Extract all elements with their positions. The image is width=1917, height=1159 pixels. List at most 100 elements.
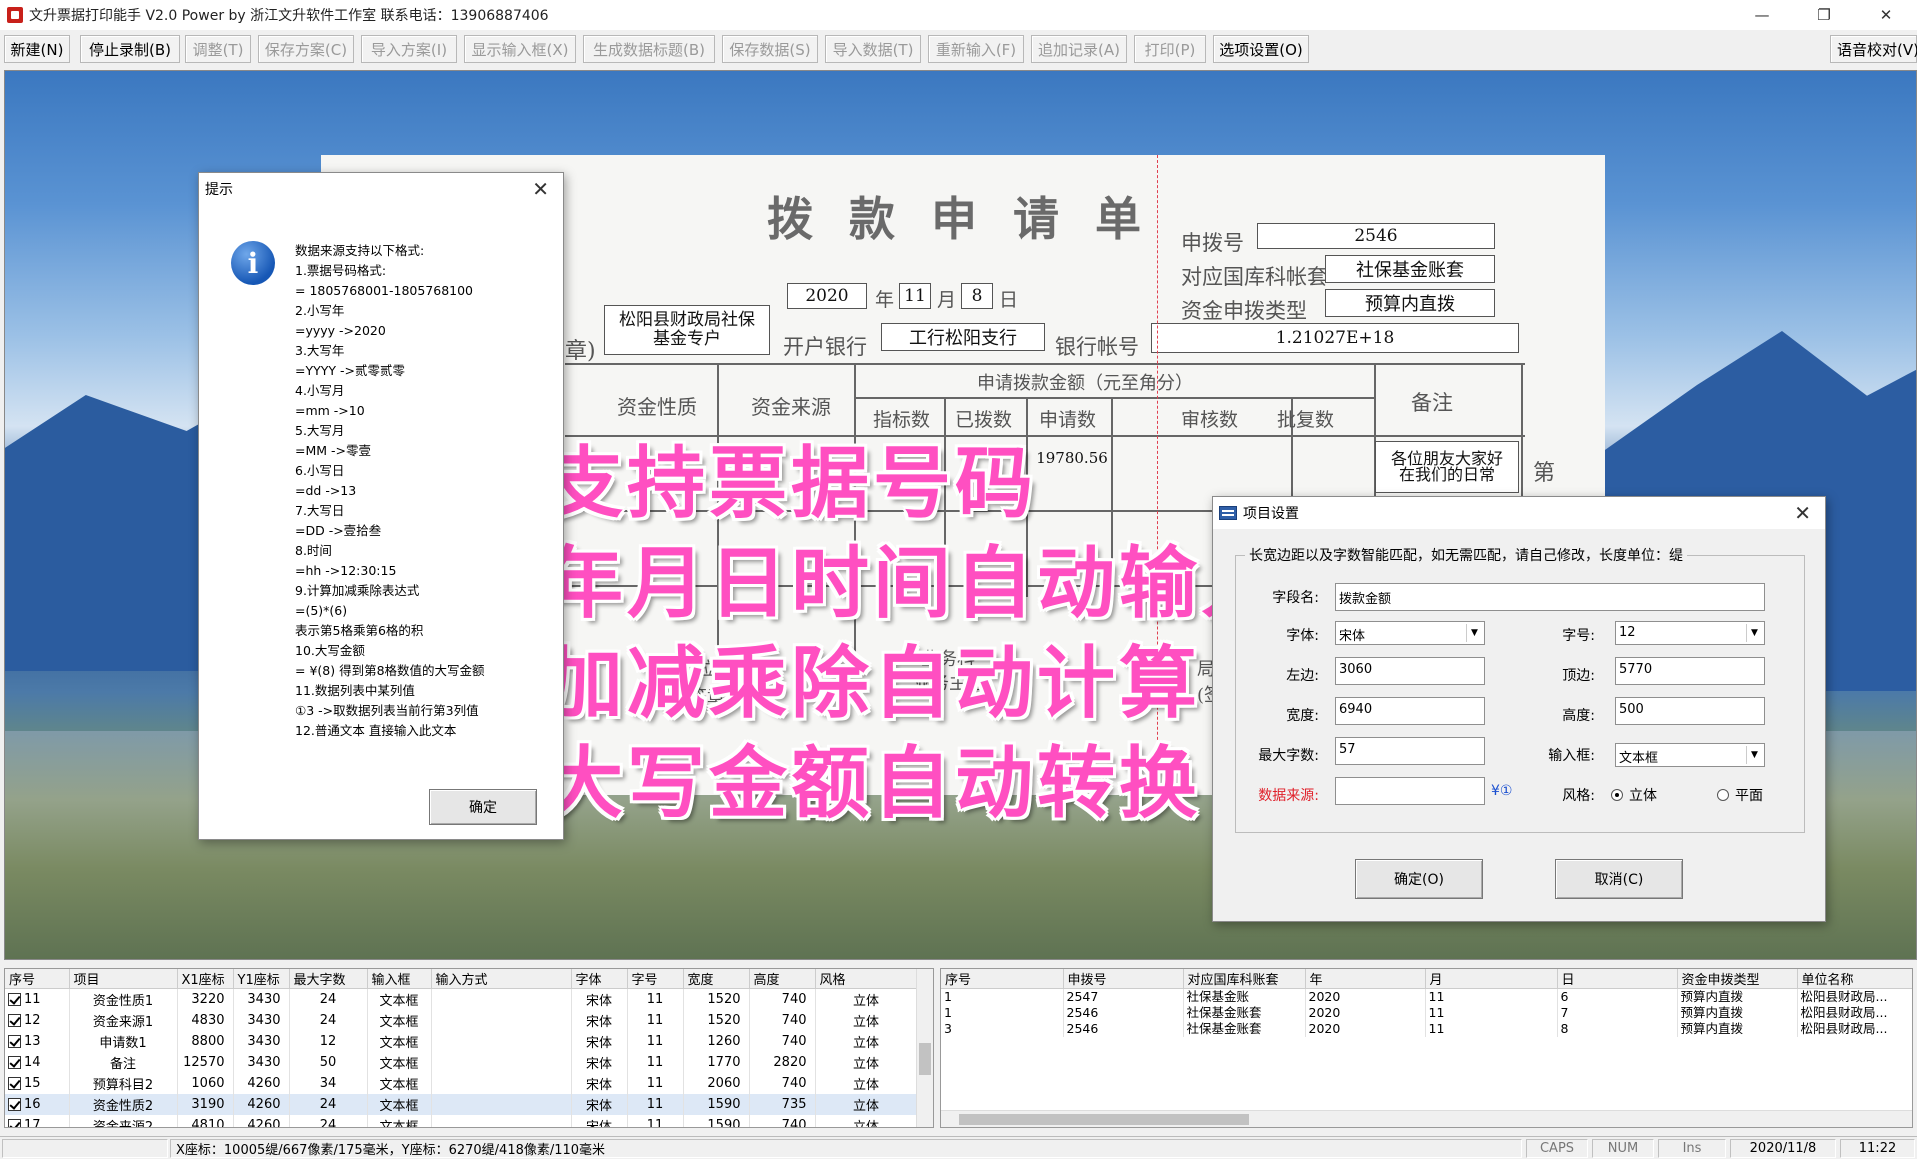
- table-row[interactable]: 15 预算科目2 1060 4260 34 文本框 宋体 11 2060 740 立体: [5, 1072, 918, 1094]
- column-header[interactable]: 高度: [749, 969, 816, 989]
- new-button[interactable]: 新建(N): [4, 35, 70, 63]
- input-type-select[interactable]: 文本框 ▼: [1615, 743, 1765, 767]
- table-row[interactable]: 12 资金来源1 4830 3430 24 文本框 宋体 11 1520 740 立体: [5, 1009, 918, 1031]
- hint-ok-button[interactable]: 确定: [429, 789, 537, 825]
- table-row[interactable]: 16 资金性质2 3190 4260 24 文本框 宋体 11 1590 735 立体: [5, 1093, 918, 1115]
- reenter-button[interactable]: 重新输入(F): [928, 35, 1024, 63]
- scrollbar-thumb[interactable]: [959, 1114, 1249, 1125]
- table-cell: 预算内直拨: [1677, 1021, 1798, 1037]
- style-flat-label: 平面: [1735, 788, 1763, 804]
- table-row[interactable]: 13 申请数1 8800 3430 12 文本框 宋体 11 1260 740 立体: [5, 1030, 918, 1052]
- generate-title-button[interactable]: 生成数据标题(B): [583, 35, 715, 63]
- column-header[interactable]: X1座标: [177, 969, 234, 989]
- table-row[interactable]: 11 资金性质1 3220 3430 24 文本框 宋体 11 1520 740 立体: [5, 988, 918, 1010]
- status-caps: CAPS: [1526, 1139, 1588, 1158]
- row-checkbox[interactable]: [8, 992, 21, 1006]
- hint-line: 1.票据号码格式:: [295, 263, 387, 278]
- left-input[interactable]: 3060: [1335, 657, 1485, 685]
- column-header[interactable]: 输入方式: [431, 969, 572, 989]
- field-list-table[interactable]: 序号 项目 X1座标 Y1座标 最大字数 输入框 输入方式 字体 字号 宽度 高…: [4, 968, 934, 1128]
- day-label: 日: [999, 289, 1019, 311]
- adjust-button[interactable]: 调整(T): [185, 35, 251, 63]
- scrollbar-thumb[interactable]: [919, 1043, 931, 1075]
- row-checkbox[interactable]: [8, 1076, 21, 1090]
- field-name-input[interactable]: 拨款金额: [1335, 583, 1765, 611]
- data-list-table[interactable]: 序号 申拨号 对应国库科账套 年 月 日 资金申拨类型 单位名称 1 2547 社保…: [940, 968, 1913, 1128]
- column-header[interactable]: 单位名称: [1797, 969, 1912, 989]
- horizontal-scrollbar[interactable]: [941, 1110, 1912, 1127]
- style-3d-radio[interactable]: 立体: [1611, 785, 1657, 805]
- font-select[interactable]: 宋体 ▼: [1335, 621, 1485, 645]
- table-row[interactable]: 17 资金来源2 4810 4260 24 文本框 宋体 11 1590 740 立体: [5, 1114, 918, 1127]
- row-checkbox[interactable]: [8, 1055, 21, 1069]
- column-header[interactable]: 项目: [69, 969, 178, 989]
- column-header[interactable]: 最大字数: [289, 969, 368, 989]
- column-header[interactable]: 月: [1425, 969, 1558, 989]
- column-header[interactable]: 风格: [815, 969, 918, 989]
- options-button[interactable]: 选项设置(O): [1213, 35, 1309, 63]
- column-header[interactable]: 宽度: [683, 969, 750, 989]
- save-data-button[interactable]: 保存数据(S): [722, 35, 818, 63]
- column-header[interactable]: Y1座标: [233, 969, 290, 989]
- project-ok-button[interactable]: 确定(O): [1355, 859, 1483, 899]
- month-label: 月: [937, 289, 957, 311]
- column-header[interactable]: 对应国库科账套: [1183, 969, 1306, 989]
- row-number: 12: [24, 1012, 41, 1028]
- hint-line: =mm ->10: [295, 403, 365, 418]
- column-header[interactable]: 申拨号: [1063, 969, 1184, 989]
- column-header[interactable]: 序号: [941, 969, 1064, 989]
- column-header[interactable]: 字号: [627, 969, 684, 989]
- hint-line: =hh ->12:30:15: [295, 563, 397, 578]
- stop-record-button[interactable]: 停止录制(B): [80, 35, 180, 63]
- table-row[interactable]: 3 2546 社保基金账套 2020 11 8 预算内直拨 松阳县财政局...: [941, 1021, 1912, 1037]
- import-scheme-button[interactable]: 导入方案(I): [361, 35, 457, 63]
- column-header[interactable]: 资金申拨类型: [1677, 969, 1798, 989]
- close-icon[interactable]: ✕: [532, 177, 549, 201]
- column-header[interactable]: 年: [1305, 969, 1426, 989]
- style-flat-radio[interactable]: 平面: [1717, 785, 1763, 805]
- column-header[interactable]: 字体: [571, 969, 628, 989]
- hint-dialog-titlebar: 提示 ✕: [199, 173, 563, 205]
- overlay-line-2: 年月日时间自动输入: [545, 539, 1284, 629]
- data-list-body: 1 2547 社保基金账 2020 11 6 预算内直拨 松阳县财政局... 1 2546 社保基金…: [941, 988, 1912, 1037]
- currency-insert-icon[interactable]: ¥①: [1491, 783, 1527, 799]
- height-input[interactable]: 500: [1615, 697, 1765, 725]
- save-scheme-button[interactable]: 保存方案(C): [258, 35, 354, 63]
- data-source-input[interactable]: [1335, 777, 1485, 805]
- row-checkbox[interactable]: [8, 1118, 21, 1127]
- status-bar: X座标：10005缇/667像素/175毫米，Y座标：6270缇/418像素/1…: [0, 1136, 1917, 1159]
- column-header[interactable]: 日: [1557, 969, 1678, 989]
- row-number: 13: [24, 1033, 41, 1049]
- table-row[interactable]: 1 2546 社保基金账套 2020 11 7 预算内直拨 松阳县财政局...: [941, 1005, 1912, 1021]
- table-row[interactable]: 14 备注 12570 3430 50 文本框 宋体 11 1770 2820 立体: [5, 1051, 918, 1073]
- row-checkbox[interactable]: [8, 1013, 21, 1027]
- col-audit: 审核数: [1181, 409, 1239, 431]
- row-checkbox[interactable]: [8, 1034, 21, 1048]
- row-checkbox[interactable]: [8, 1097, 21, 1111]
- account-value: 1.21027E+18: [1151, 323, 1519, 353]
- form-rule: [854, 397, 1374, 399]
- maxchars-input[interactable]: 57: [1335, 737, 1485, 765]
- import-data-button[interactable]: 导入数据(T): [825, 35, 921, 63]
- project-cancel-button[interactable]: 取消(C): [1555, 859, 1683, 899]
- minimize-button[interactable]: —: [1731, 0, 1793, 30]
- status-date: 2020/11/8: [1730, 1139, 1836, 1158]
- project-dialog-titlebar: 项目设置 ✕: [1213, 497, 1825, 529]
- top-input[interactable]: 5770: [1615, 657, 1765, 685]
- table-cell: 备注: [69, 1051, 178, 1073]
- table-cell: 1520: [683, 988, 750, 1010]
- close-icon[interactable]: ✕: [1794, 501, 1811, 525]
- vertical-scrollbar[interactable]: [916, 969, 933, 1127]
- size-select[interactable]: 12 ▼: [1615, 621, 1765, 645]
- table-row[interactable]: 1 2547 社保基金账 2020 11 6 预算内直拨 松阳县财政局...: [941, 988, 1912, 1005]
- voice-check-button[interactable]: 语音校对(V): [1830, 35, 1917, 63]
- print-button[interactable]: 打印(P): [1134, 35, 1206, 63]
- append-record-button[interactable]: 追加记录(A): [1031, 35, 1127, 63]
- column-header[interactable]: 输入框: [367, 969, 432, 989]
- close-button[interactable]: ✕: [1855, 0, 1917, 30]
- restore-button[interactable]: ❐: [1793, 0, 1855, 30]
- column-header[interactable]: 序号: [5, 969, 70, 989]
- width-input[interactable]: 6940: [1335, 697, 1485, 725]
- show-input-button[interactable]: 显示输入框(X): [464, 35, 576, 63]
- table-cell: 预算内直拨: [1677, 1005, 1798, 1021]
